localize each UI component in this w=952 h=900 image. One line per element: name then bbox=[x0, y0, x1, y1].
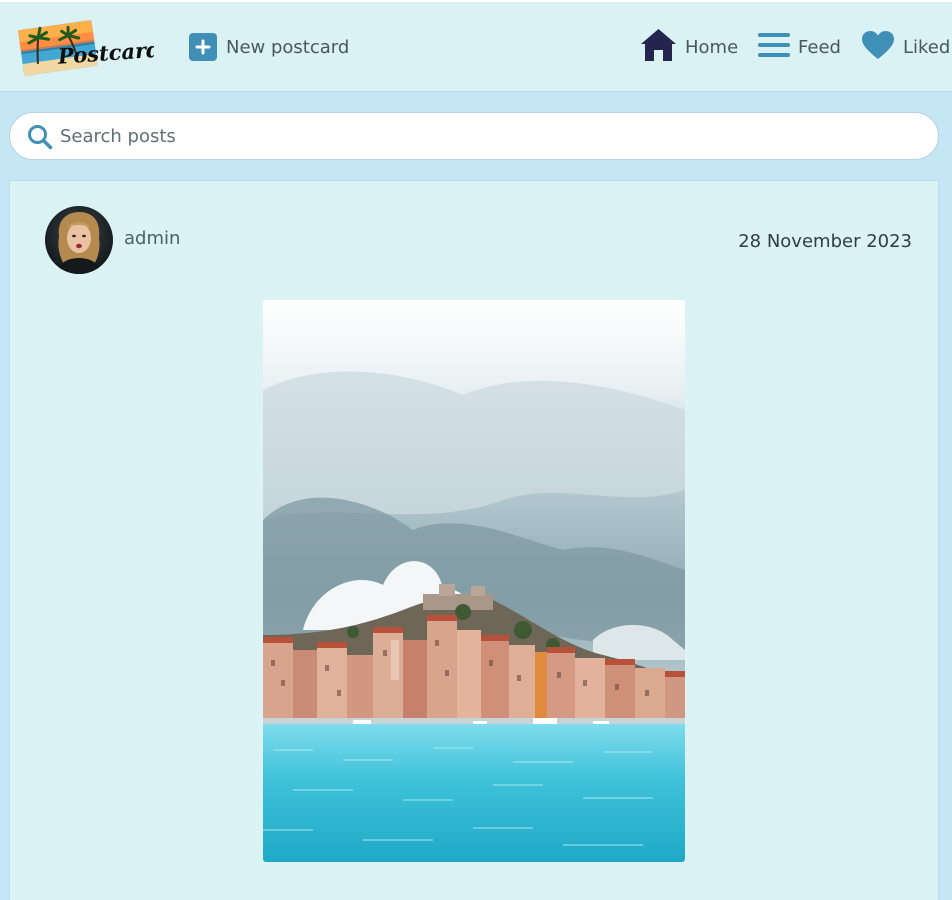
heart-icon bbox=[861, 30, 895, 64]
post-author[interactable]: admin bbox=[124, 228, 180, 249]
nav-liked[interactable]: Liked bbox=[861, 30, 950, 64]
nav-home-label: Home bbox=[685, 36, 739, 58]
new-postcard-link[interactable]: New postcard bbox=[189, 33, 349, 61]
search-bar bbox=[9, 112, 939, 160]
nav-liked-label: Liked bbox=[903, 36, 951, 58]
post-image[interactable] bbox=[263, 300, 685, 862]
plus-square-icon bbox=[189, 33, 217, 61]
nav-home[interactable]: Home bbox=[640, 28, 739, 66]
post-date: 28 November 2023 bbox=[738, 231, 912, 252]
new-postcard-label: New postcard bbox=[226, 36, 350, 58]
logo-image: Postcards bbox=[18, 20, 173, 76]
search-icon bbox=[27, 124, 53, 154]
post-card: admin 28 November 2023 bbox=[9, 180, 939, 900]
nav-feed[interactable]: Feed bbox=[758, 30, 841, 64]
search-input[interactable] bbox=[60, 121, 920, 151]
navbar: Postcards New postcard Home Feed Liked bbox=[0, 0, 952, 92]
house-icon bbox=[640, 28, 677, 66]
avatar[interactable] bbox=[45, 206, 113, 274]
postcards-logo[interactable]: Postcards bbox=[18, 19, 173, 77]
bars-icon bbox=[758, 31, 790, 63]
nav-feed-label: Feed bbox=[798, 36, 841, 58]
